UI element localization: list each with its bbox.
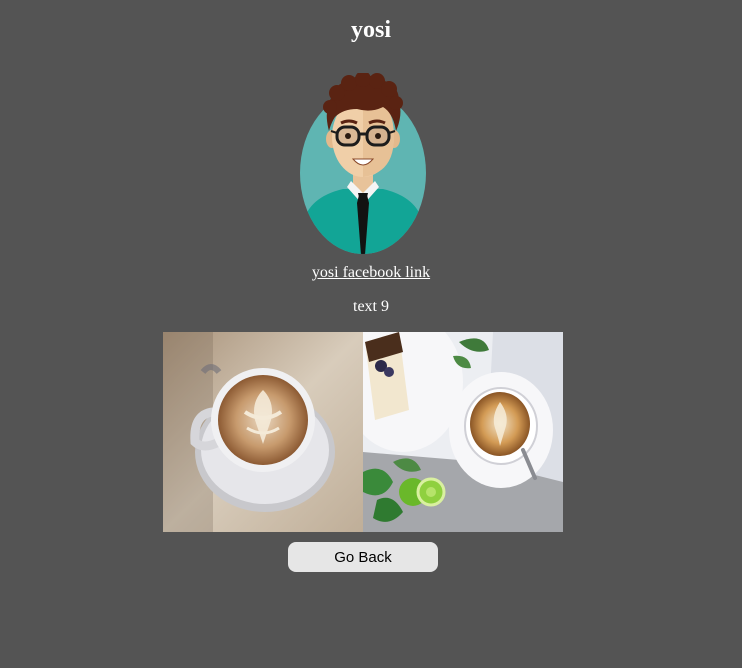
facebook-link-wrapper: yosi facebook link — [0, 263, 742, 283]
page: yosi yosi facebook link text 9 Go Back — [0, 0, 742, 668]
page-title: yosi — [350, 17, 391, 43]
photo-gallery — [163, 332, 563, 532]
profile-text: text 9 — [353, 298, 389, 315]
go-back-button[interactable]: Go Back — [288, 542, 438, 572]
coffee-and-cake-photo — [363, 332, 563, 532]
avatar — [300, 73, 426, 254]
latte-art-cup-photo — [163, 332, 363, 532]
facebook-link[interactable]: yosi facebook link — [312, 264, 430, 281]
